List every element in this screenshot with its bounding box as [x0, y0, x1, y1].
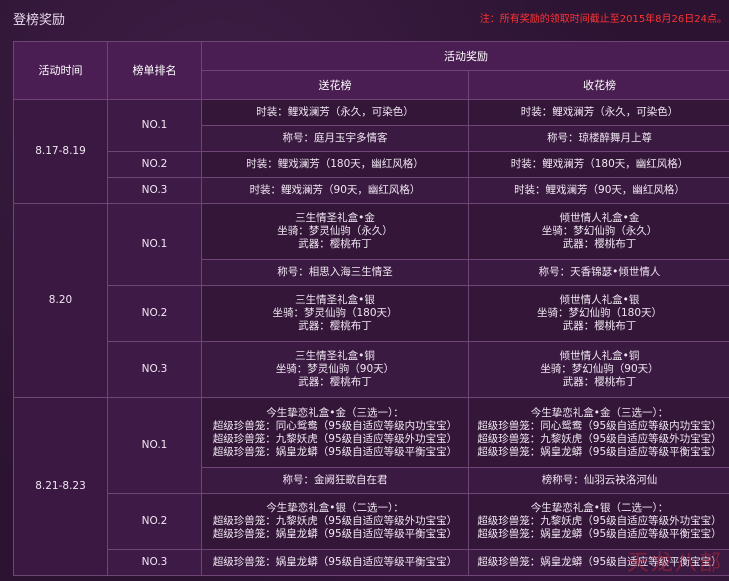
- game-logo-watermark: 天龙八部: [626, 551, 723, 576]
- table-row: NO.2 今生挚恋礼盒•银（二选一）： 超级珍兽笼：九黎妖虎（95级自适应等级外功宝…: [14, 493, 729, 550]
- reward-line: 三生情圣礼盒•银: [295, 294, 375, 306]
- deadline-note: 注：所有奖励的领取时间截止至2015年8月26日24点。: [479, 14, 727, 25]
- reward-line: 武器：樱桃布丁: [562, 320, 637, 332]
- receive-flower-reward-cell: 倾世情人礼盒•铜 坐骑：梦幻仙驹（90天） 武器：樱桃布丁: [468, 341, 729, 398]
- reward-line: 超级珍兽笼：九黎妖虎（95级自适应等级外功宝宝）: [212, 432, 458, 445]
- reward-line: 今生挚恋礼盒•金（三选一）：: [530, 406, 669, 419]
- reward-line: 倾世情人礼盒•金: [559, 212, 640, 224]
- reward-line: 超级珍兽笼：同心鸳鸯（95级自适应等级内功宝宝）: [212, 419, 458, 432]
- reward-line: 称号：相思入海三生情圣: [277, 266, 393, 278]
- reward-line: 时装：鲤戏澜芳（180天，幽红风格）: [510, 158, 689, 170]
- reward-line: 武器：樱桃布丁: [298, 238, 372, 250]
- reward-line: 榜称号：仙羽云袂洛河仙: [541, 474, 658, 486]
- header-activity-reward: 活动奖励: [201, 41, 729, 71]
- reward-line: 超级珍兽笼：娲皇龙蟒（95级自适应等级平衡宝宝）: [212, 556, 458, 568]
- reward-line: 时装：鲤戏澜芳（90天，幽红风格）: [249, 184, 421, 196]
- activity-time-cell: 8.21-8.23: [13, 397, 108, 576]
- send-flower-reward-cell: 称号：相思入海三生情圣: [201, 259, 469, 286]
- header-receive-flower: 收花榜: [468, 70, 729, 100]
- reward-line: 超级珍兽笼：娲皇龙蟒（95级自适应等级平衡宝宝）: [212, 528, 458, 540]
- reward-line: 三生情圣礼盒•金: [295, 212, 375, 224]
- rank-cell: NO.2: [107, 493, 202, 550]
- reward-line: 超级珍兽笼：娲皇龙蟒（95级自适应等级平衡宝宝）: [477, 528, 722, 540]
- reward-line: 坐骑：梦灵仙驹（90天）: [275, 363, 395, 375]
- reward-line: 武器：樱桃布丁: [562, 238, 637, 250]
- send-flower-reward-cell: 三生情圣礼盒•铜 坐骑：梦灵仙驹（90天） 武器：樱桃布丁: [201, 341, 469, 398]
- reward-line: 称号：庭月玉宇多情客: [282, 132, 388, 144]
- reward-line: 今生挚恋礼盒•银（二选一）：: [530, 502, 669, 514]
- reward-line: 三生情圣礼盒•铜: [295, 350, 375, 362]
- reward-line: 时装：鲤戏澜芳（永久，可染色）: [520, 106, 679, 118]
- table-row: 8.21-8.23 NO.1 今生挚恋礼盒•金（三选一）： 超级珍兽笼：同心鸳鸯（95…: [13, 397, 729, 576]
- send-flower-reward-cell: 时装：鲤戏澜芳（90天，幽红风格）: [201, 177, 469, 204]
- reward-line: 武器：樱桃布丁: [298, 320, 372, 332]
- reward-line: 今生挚恋礼盒•银（二选一）：: [266, 502, 404, 514]
- receive-flower-reward-cell: 倾世情人礼盒•金 坐骑：梦幻仙驹（永久） 武器：樱桃布丁: [468, 203, 729, 260]
- send-flower-reward-cell: 今生挚恋礼盒•银（二选一）： 超级珍兽笼：九黎妖虎（95级自适应等级外功宝宝） 超级…: [201, 493, 469, 550]
- reward-line: 坐骑：梦幻仙驹（90天）: [540, 363, 659, 375]
- receive-flower-reward-cell: 时装：鲤戏澜芳（90天，幽红风格）: [468, 177, 729, 204]
- rank-cell: NO.1: [107, 397, 202, 494]
- reward-line: 超级珍兽笼：娲皇龙蟒（95级自适应等级平衡宝宝）: [212, 445, 458, 458]
- rank-cell: NO.1: [107, 99, 202, 152]
- reward-line: 坐骑：梦灵仙驹（永久）: [277, 225, 393, 237]
- reward-line: 倾世情人礼盒•银: [559, 294, 640, 306]
- receive-flower-reward-cell: 倾世情人礼盒•银 坐骑：梦幻仙驹（180天） 武器：樱桃布丁: [468, 285, 729, 342]
- receive-flower-reward-cell: 今生挚恋礼盒•银（二选一）： 超级珍兽笼：九黎妖虎（95级自适应等级外功宝宝） 超级…: [468, 493, 729, 550]
- send-flower-reward-cell: 称号：金阙狂歌自在君: [201, 467, 469, 494]
- reward-line: 武器：樱桃布丁: [562, 376, 637, 388]
- reward-line: 坐骑：梦幻仙驹（永久）: [541, 225, 658, 237]
- table-row: 8.17-8.19 NO.1 时装：鲤戏澜芳（永久，可染色） 时装：鲤戏澜芳（永久，可…: [13, 99, 729, 204]
- table-row: NO.3 时装：鲤戏澜芳（90天，幽红风格） 时装：鲤戏澜芳（90天，幽红风格）: [14, 177, 729, 204]
- header-rank: 榜单排名: [107, 41, 202, 100]
- rank-cell: NO.3: [107, 341, 202, 398]
- receive-flower-reward-cell: 时装：鲤戏澜芳（永久，可染色）: [468, 99, 729, 126]
- receive-flower-reward-cell: 时装：鲤戏澜芳（180天，幽红风格）: [468, 151, 729, 178]
- reward-line: 倾世情人礼盒•铜: [559, 350, 640, 362]
- reward-line: 时装：鲤戏澜芳（90天，幽红风格）: [514, 184, 685, 196]
- send-flower-reward-cell: 今生挚恋礼盒•金（三选一）： 超级珍兽笼：同心鸳鸯（95级自适应等级内功宝宝） 超级…: [201, 397, 469, 468]
- rank-cell: NO.2: [107, 285, 202, 342]
- activity-time-cell: 8.17-8.19: [13, 99, 108, 204]
- reward-line: 称号：琼楼醉舞月上尊: [547, 132, 652, 144]
- send-flower-reward-cell: 三生情圣礼盒•银 坐骑：梦灵仙驹（180天） 武器：樱桃布丁: [201, 285, 469, 342]
- table-row: NO.2 三生情圣礼盒•银 坐骑：梦灵仙驹（180天） 武器：樱桃布丁 倾世情人礼盒•银…: [14, 285, 729, 342]
- table-row: NO.2 时装：鲤戏澜芳（180天，幽红风格） 时装：鲤戏澜芳（180天，幽红风格）: [14, 151, 729, 178]
- rank-cell: NO.3: [107, 177, 202, 204]
- header-activity-time: 活动时间: [13, 41, 108, 100]
- reward-line: 超级珍兽笼：九黎妖虎（95级自适应等级外功宝宝）: [477, 432, 722, 445]
- send-flower-reward-cell: 三生情圣礼盒•金 坐骑：梦灵仙驹（永久） 武器：樱桃布丁: [201, 203, 469, 260]
- receive-flower-reward-cell: 称号：琼楼醉舞月上尊: [468, 125, 729, 152]
- receive-flower-reward-cell: 称号：天香锦瑟•倾世情人: [468, 259, 729, 286]
- send-flower-reward-cell: 超级珍兽笼：娲皇龙蟒（95级自适应等级平衡宝宝）: [201, 549, 469, 576]
- reward-line: 超级珍兽笼：九黎妖虎（95级自适应等级外功宝宝）: [477, 515, 722, 527]
- rank-cell: NO.2: [107, 151, 202, 178]
- reward-line: 称号：天香锦瑟•倾世情人: [538, 266, 661, 278]
- reward-line: 时装：鲤戏澜芳（永久，可染色）: [256, 106, 414, 118]
- reward-line: 坐骑：梦灵仙驹（180天）: [272, 307, 398, 319]
- reward-line: 称号：金阙狂歌自在君: [282, 474, 388, 486]
- table-row: 8.20 NO.1 三生情圣礼盒•金 坐骑：梦灵仙驹（永久） 武器：樱桃布丁 倾世情人礼盒…: [13, 203, 729, 398]
- send-flower-reward-cell: 时装：鲤戏澜芳（永久，可染色）: [201, 99, 469, 126]
- page-title: 登榜奖励: [13, 13, 66, 28]
- table-row: NO.3 三生情圣礼盒•铜 坐骑：梦灵仙驹（90天） 武器：樱桃布丁 倾世情人礼盒•铜坐…: [14, 341, 729, 398]
- header-send-flower: 送花榜: [201, 70, 469, 100]
- rank-cell: NO.1: [107, 203, 202, 286]
- activity-time-cell: 8.20: [13, 203, 108, 398]
- reward-line: 超级珍兽笼：同心鸳鸯（95级自适应等级内功宝宝）: [477, 419, 722, 432]
- reward-line: 坐骑：梦幻仙驹（180天）: [536, 307, 663, 319]
- reward-line: 超级珍兽笼：娲皇龙蟒（95级自适应等级平衡宝宝）: [477, 445, 722, 458]
- reward-line: 今生挚恋礼盒•金（三选一）：: [266, 406, 404, 419]
- send-flower-reward-cell: 称号：庭月玉宇多情客: [201, 125, 469, 152]
- reward-line: 时装：鲤戏澜芳（180天，幽红风格）: [246, 158, 424, 170]
- rank-cell: NO.3: [107, 549, 202, 576]
- reward-line: 武器：樱桃布丁: [298, 376, 372, 388]
- reward-line: 超级珍兽笼：九黎妖虎（95级自适应等级外功宝宝）: [212, 515, 458, 527]
- receive-flower-reward-cell: 榜称号：仙羽云袂洛河仙: [468, 467, 729, 494]
- table-row: NO.3 超级珍兽笼：娲皇龙蟒（95级自适应等级平衡宝宝） 超级珍兽笼：娲皇龙蟒（9…: [14, 549, 729, 576]
- send-flower-reward-cell: 时装：鲤戏澜芳（180天，幽红风格）: [201, 151, 469, 178]
- receive-flower-reward-cell: 今生挚恋礼盒•金（三选一）： 超级珍兽笼：同心鸳鸯（95级自适应等级内功宝宝） 超级…: [468, 397, 729, 468]
- ranking-rewards-table: 活动时间 榜单排名 活动奖励 送花榜 收花榜 8.17-8.19 NO.1 时装：鲤…: [13, 41, 729, 576]
